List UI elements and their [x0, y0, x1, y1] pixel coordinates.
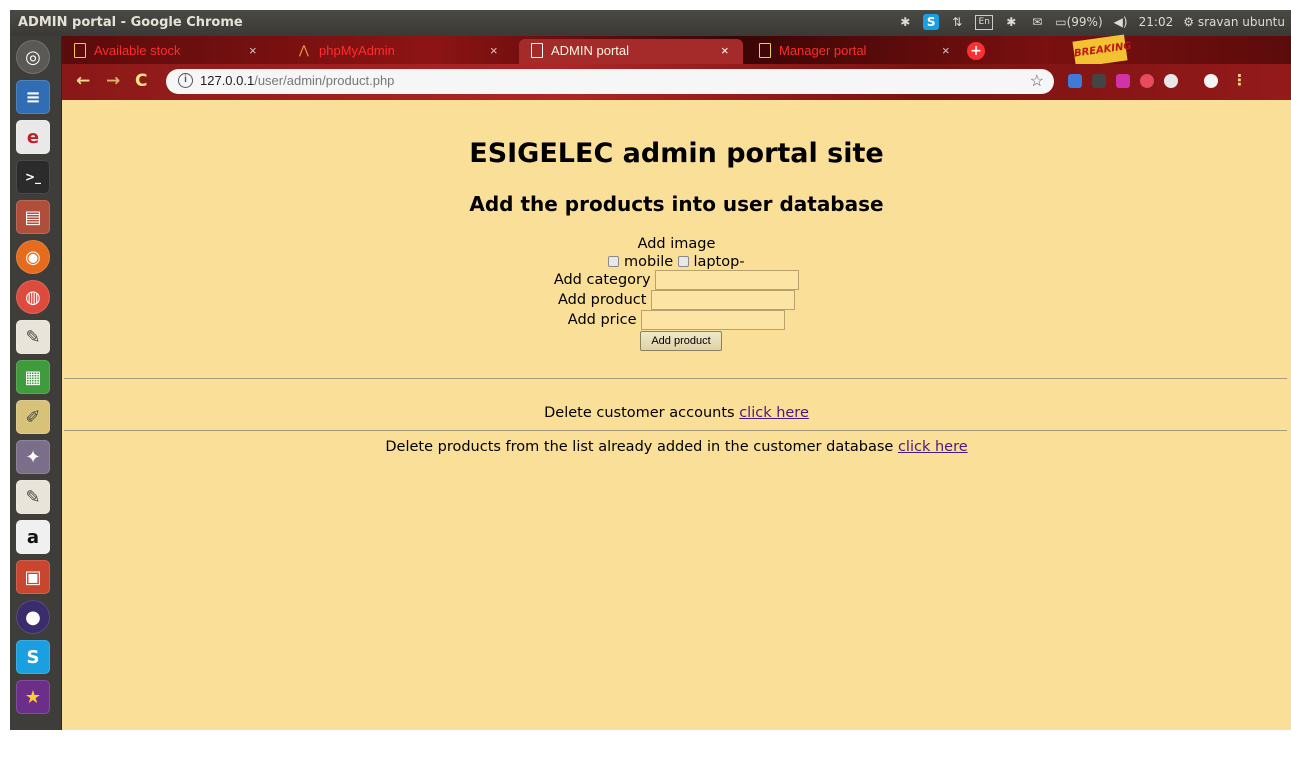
- extension-incognito-icon[interactable]: [1164, 74, 1178, 88]
- battery-percent: (99%): [1066, 15, 1103, 29]
- price-label: Add price: [567, 312, 637, 328]
- url-host: 127.0.0.1: [200, 73, 255, 88]
- delete-products-text: Delete products from the list already ad…: [385, 439, 894, 455]
- divider: [64, 378, 1287, 379]
- tab-label: phpMyAdmin: [319, 43, 395, 58]
- close-icon[interactable]: ×: [942, 43, 950, 58]
- price-input[interactable]: [641, 310, 786, 330]
- skype-icon[interactable]: S: [16, 640, 50, 674]
- bluetooth-status-icon[interactable]: ✱: [1003, 14, 1019, 30]
- window-title: ADMIN portal - Google Chrome: [18, 15, 243, 30]
- tab-label: Available stock: [94, 43, 181, 58]
- extension-calendar-icon[interactable]: [1116, 74, 1130, 88]
- desktop-screen: ADMIN portal - Google Chrome ✱ S ⇅ En ✱ …: [10, 10, 1291, 730]
- product-row: Add product: [62, 290, 1291, 310]
- new-tab-button[interactable]: +: [967, 42, 985, 60]
- page-icon: [74, 43, 86, 58]
- spreadsheet-icon[interactable]: ▦: [16, 360, 50, 394]
- page-title: ESIGELEC admin portal site: [469, 138, 884, 169]
- delete-accounts-text: Delete customer accounts: [544, 405, 735, 421]
- volume-icon[interactable]: ◀): [1113, 14, 1129, 30]
- notes-editor-icon[interactable]: ✎: [16, 480, 50, 514]
- mail-icon[interactable]: ✉: [1029, 14, 1045, 30]
- battery-icon: ▭: [1055, 15, 1067, 29]
- category-row: Add category: [62, 270, 1291, 290]
- theme-logo: BREAKING: [1072, 34, 1132, 68]
- e-app-icon[interactable]: e: [16, 120, 50, 154]
- system-tools-icon[interactable]: ✦: [16, 440, 50, 474]
- close-icon[interactable]: ×: [490, 43, 498, 58]
- tab-phpmyadmin[interactable]: ⋀ phpMyAdmin ×: [287, 39, 512, 64]
- divider: [64, 430, 1287, 431]
- file-cabinet-icon[interactable]: ▤: [16, 200, 50, 234]
- starred-app-icon[interactable]: ★: [16, 680, 50, 714]
- amazon-icon[interactable]: a: [16, 520, 50, 554]
- delete-accounts-link[interactable]: click here: [739, 405, 809, 421]
- price-row: Add price: [62, 310, 1291, 330]
- tab-label: Manager portal: [779, 43, 867, 58]
- skype-tray-icon[interactable]: S: [923, 14, 940, 30]
- delete-products-link[interactable]: click here: [898, 439, 968, 455]
- profile-avatar[interactable]: [1204, 74, 1218, 88]
- category-checkboxes: mobile laptop-: [62, 254, 1291, 270]
- close-icon[interactable]: ×: [721, 43, 729, 58]
- delete-products-row: Delete products from the list already ad…: [62, 439, 1291, 455]
- reload-icon[interactable]: C: [135, 71, 147, 91]
- browser-toolbar: ← → C i 127.0.0.1/user/admin/product.php…: [62, 64, 1291, 100]
- page-icon: [759, 43, 771, 58]
- chrome-window: Available stock × ⋀ phpMyAdmin × ADMIN p…: [62, 34, 1291, 730]
- page-icon: [531, 43, 543, 58]
- category-label: Add category: [553, 272, 651, 288]
- tab-admin-portal[interactable]: ADMIN portal ×: [519, 39, 743, 64]
- clock[interactable]: 21:02: [1139, 15, 1174, 29]
- system-tray: ✱ S ⇅ En ✱ ✉ ▭(99%) ◀) 21:02 ⚙ sravan ub…: [897, 14, 1285, 30]
- close-icon[interactable]: ×: [249, 43, 257, 58]
- user-menu[interactable]: ⚙ sravan ubuntu: [1183, 15, 1285, 29]
- network-icon[interactable]: ⇅: [949, 14, 965, 30]
- system-top-bar: ADMIN portal - Google Chrome ✱ S ⇅ En ✱ …: [10, 10, 1291, 36]
- add-product-button[interactable]: Add product: [640, 331, 722, 351]
- settings-gear-icon: ⚙: [1183, 15, 1194, 29]
- info-icon[interactable]: i: [178, 73, 193, 88]
- page-content: ESIGELEC admin portal site Add the produ…: [62, 100, 1291, 730]
- phpmyadmin-icon: ⋀: [299, 43, 309, 57]
- tab-available-stock[interactable]: Available stock ×: [62, 39, 272, 64]
- address-bar[interactable]: i 127.0.0.1/user/admin/product.php ☆: [166, 69, 1054, 94]
- tab-manager-portal[interactable]: Manager portal ×: [747, 39, 962, 64]
- menu-dots-icon[interactable]: ⋮: [1232, 71, 1247, 89]
- extension-people-icon[interactable]: [1068, 74, 1082, 88]
- extension-moon-icon[interactable]: [1140, 74, 1154, 88]
- mobile-checkbox[interactable]: [608, 256, 620, 267]
- laptop-label: laptop-: [693, 254, 745, 270]
- url-path: /user/admin/product.php: [254, 73, 395, 88]
- text-document-icon[interactable]: ≡: [16, 80, 50, 114]
- terminal-icon[interactable]: >_: [16, 160, 50, 194]
- eclipse-icon[interactable]: ●: [16, 600, 50, 634]
- paint-brush-icon[interactable]: ✐: [16, 400, 50, 434]
- mobile-label: mobile: [624, 254, 674, 270]
- forward-arrow-icon[interactable]: →: [106, 71, 120, 91]
- bluetooth-icon[interactable]: ✱: [897, 14, 913, 30]
- product-input[interactable]: [651, 290, 796, 310]
- extension-video-icon[interactable]: [1092, 74, 1106, 88]
- user-name: sravan ubuntu: [1197, 15, 1285, 29]
- product-label: Add product: [557, 292, 647, 308]
- text-editor-icon[interactable]: ✎: [16, 320, 50, 354]
- delete-accounts-row: Delete customer accounts click here: [62, 405, 1291, 421]
- tab-label: ADMIN portal: [551, 43, 630, 58]
- bookmark-star-icon[interactable]: ☆: [1030, 71, 1044, 91]
- back-arrow-icon[interactable]: ←: [76, 71, 90, 91]
- laptop-checkbox[interactable]: [677, 256, 689, 267]
- firefox-icon[interactable]: ◉: [16, 240, 50, 274]
- chrome-icon[interactable]: ◍: [16, 280, 50, 314]
- page-subtitle: Add the products into user database: [469, 192, 884, 216]
- add-image-label: Add image: [637, 236, 716, 252]
- tab-strip: Available stock × ⋀ phpMyAdmin × ADMIN p…: [62, 34, 1291, 68]
- archive-manager-icon[interactable]: ▣: [16, 560, 50, 594]
- battery-indicator[interactable]: ▭(99%): [1055, 15, 1102, 29]
- keyboard-layout-indicator[interactable]: En: [975, 14, 994, 30]
- dash-search-icon[interactable]: ◎: [16, 40, 50, 74]
- app-launcher: ◎ ≡ e >_ ▤ ◉ ◍ ✎ ▦ ✐ ✦ ✎ a ▣ ● S ★: [10, 36, 62, 730]
- category-input[interactable]: [655, 270, 800, 290]
